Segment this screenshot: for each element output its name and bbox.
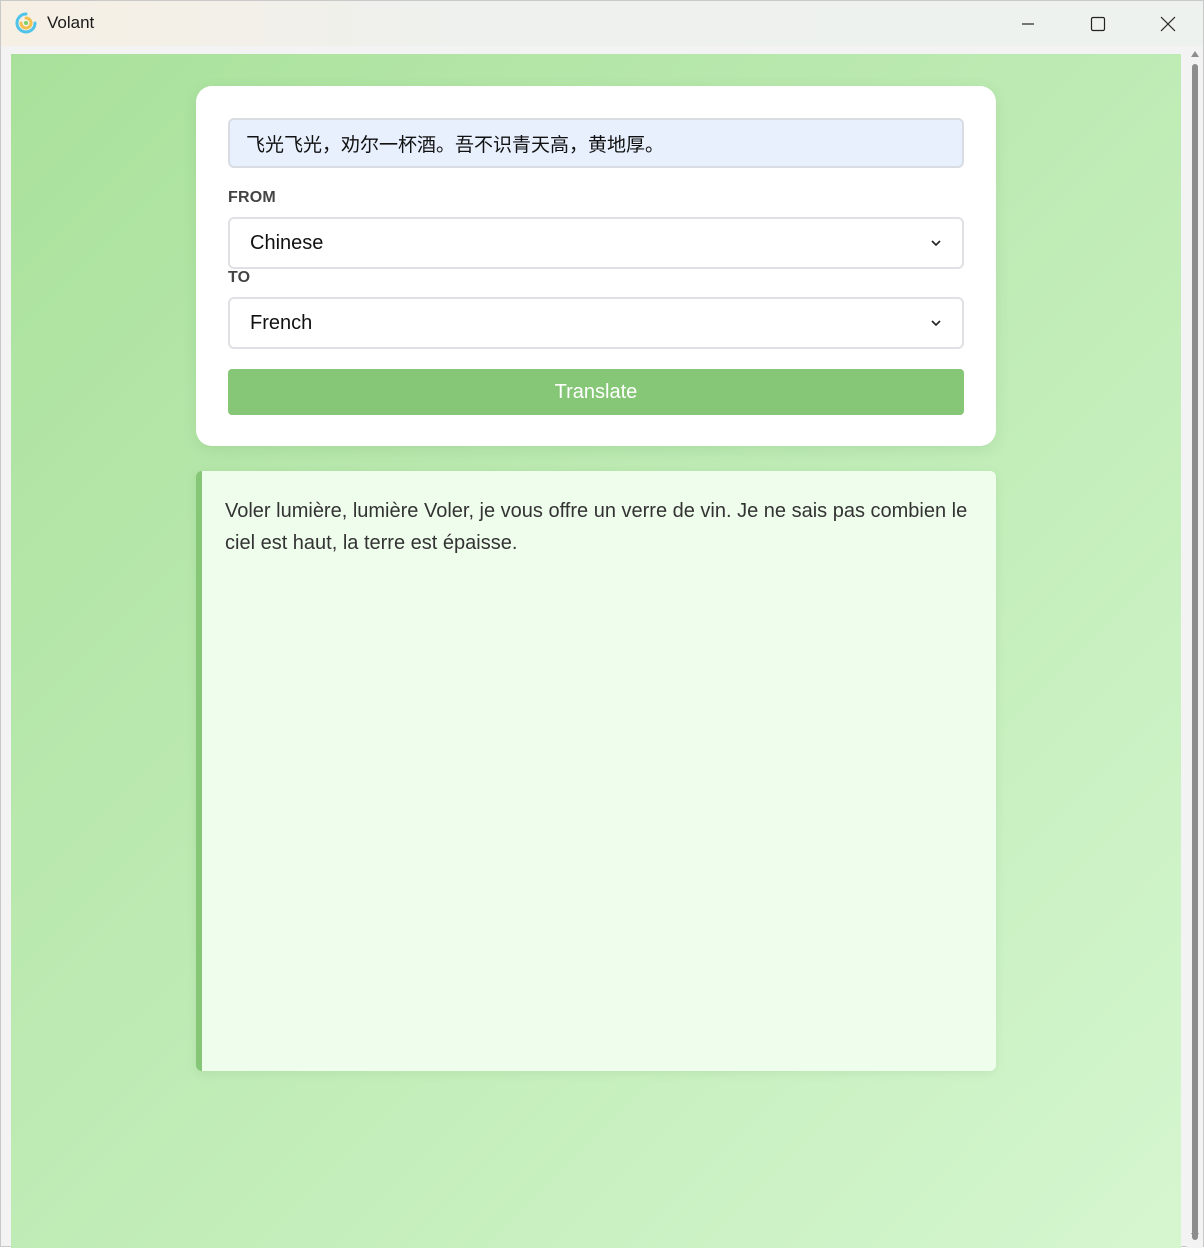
app-content: 飞光飞光，劝尔一杯酒。吾不识青天高，黄地厚。 FROM Chinese TO F… bbox=[11, 54, 1181, 1248]
window-title: Volant bbox=[47, 13, 95, 32]
from-label: FROM bbox=[228, 189, 276, 206]
chevron-down-icon bbox=[931, 240, 941, 247]
to-language-value: French bbox=[250, 311, 313, 334]
scrollbar-thumb[interactable] bbox=[1192, 64, 1198, 1240]
from-language-select[interactable]: Chinese bbox=[228, 217, 964, 269]
chevron-down-icon bbox=[931, 320, 941, 327]
maximize-button[interactable] bbox=[1063, 1, 1133, 46]
to-language-select[interactable]: French bbox=[228, 297, 964, 349]
scroll-down-arrow-icon[interactable] bbox=[1191, 1232, 1199, 1240]
app-window: Volant 飞光飞光，劝尔一杯酒。吾不识青天高，黄地厚。 FROM Chine… bbox=[0, 0, 1204, 1248]
to-label: TO bbox=[228, 269, 251, 286]
minimize-button[interactable] bbox=[993, 1, 1063, 46]
app-logo-icon bbox=[15, 12, 37, 34]
translation-result-panel: Voler lumière, lumière Voler, je vous of… bbox=[196, 471, 996, 1071]
vertical-scrollbar[interactable] bbox=[1187, 46, 1203, 1248]
scroll-up-arrow-icon[interactable] bbox=[1191, 50, 1199, 58]
close-button[interactable] bbox=[1133, 1, 1203, 46]
translate-button[interactable]: Translate bbox=[228, 369, 964, 415]
from-language-value: Chinese bbox=[250, 231, 324, 254]
translation-form-card: 飞光飞光，劝尔一杯酒。吾不识青天高，黄地厚。 FROM Chinese TO F… bbox=[196, 86, 996, 446]
source-text-input[interactable]: 飞光飞光，劝尔一杯酒。吾不识青天高，黄地厚。 bbox=[228, 118, 964, 168]
close-icon bbox=[1160, 16, 1176, 31]
maximize-icon bbox=[1090, 16, 1106, 31]
minimize-icon bbox=[1022, 22, 1034, 25]
title-bar[interactable]: Volant bbox=[1, 1, 1203, 46]
translation-result-text: Voler lumière, lumière Voler, je vous of… bbox=[225, 500, 968, 554]
